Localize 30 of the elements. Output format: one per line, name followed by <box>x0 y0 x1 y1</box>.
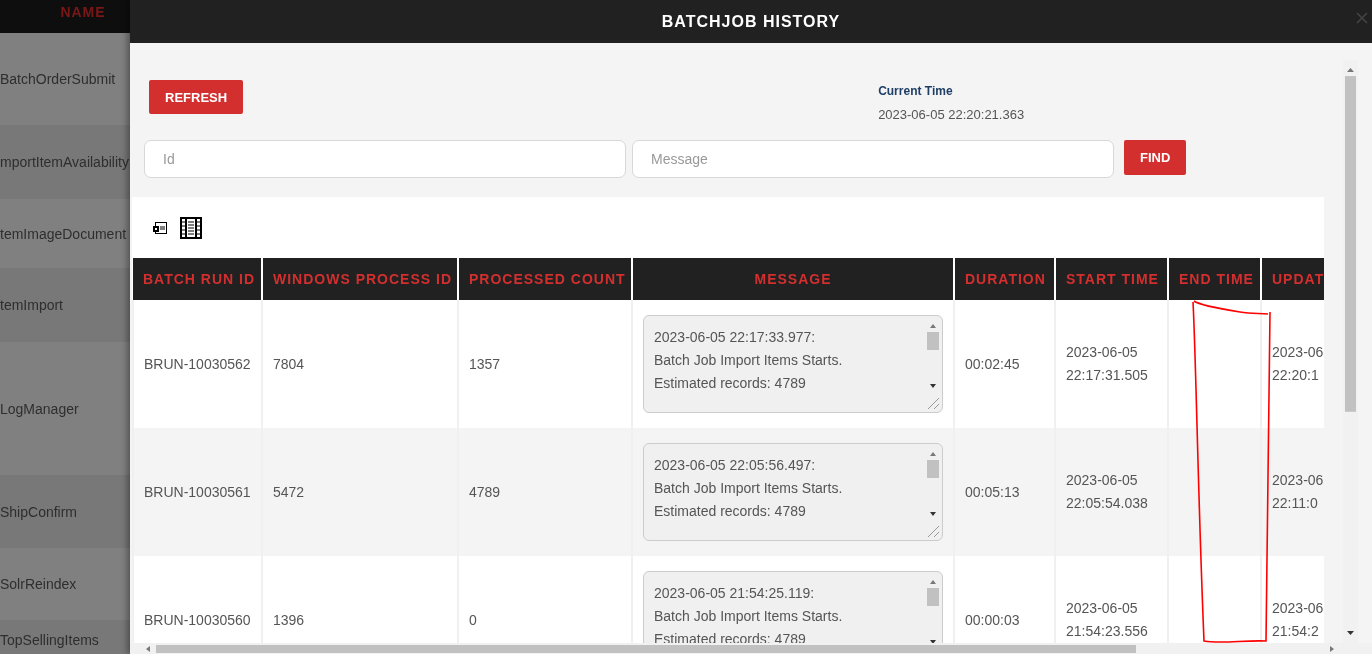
job-name: ShipConfirm <box>0 503 78 520</box>
column-header[interactable]: MESSAGE <box>632 258 954 300</box>
column-header[interactable]: END TIME <box>1168 258 1261 300</box>
dialog-title: BATCHJOB HISTORY <box>661 12 841 31</box>
horizontal-scrollbar[interactable] <box>130 643 1372 654</box>
column-header[interactable]: PROCESSED COUNT <box>458 258 632 300</box>
column-header[interactable]: WINDOWS PROCESS ID <box>262 258 458 300</box>
job-name: SolrReindex <box>0 576 77 592</box>
column-header[interactable]: BATCH RUN ID <box>133 258 262 300</box>
job-name: LogManager <box>0 400 79 417</box>
job-name: temImport <box>0 297 63 313</box>
job-name: TopSellingItems <box>0 632 99 648</box>
job-name: mportItemAvailability <box>0 154 129 170</box>
export-icon[interactable] <box>152 219 168 236</box>
find-button[interactable]: FIND <box>1124 140 1187 175</box>
column-header[interactable]: START TIME <box>1055 258 1168 300</box>
job-name: temImageDocument <box>0 225 127 242</box>
current-time-label: Current Time <box>878 84 954 98</box>
refresh-button[interactable]: REFRESH <box>149 80 244 114</box>
search-field[interactable]: Id <box>144 140 626 178</box>
column-header[interactable]: UPDAT <box>1261 258 1324 300</box>
search-field[interactable]: Message <box>632 140 1114 178</box>
columns-icon[interactable] <box>180 216 202 239</box>
current-time-value: 2023-06-05 22:20:21.363 <box>878 107 1025 122</box>
column-header[interactable]: DURATION <box>954 258 1055 300</box>
close-icon[interactable] <box>1356 12 1368 24</box>
message-box[interactable]: 2023-06-05 22:17:33.977: Batch Job Import Items Starts. Estimated records: 4789 <box>643 315 943 413</box>
job-name: BatchOrderSubmit <box>0 71 116 87</box>
message-box[interactable]: 2023-06-05 22:05:56.497: Batch Job Import Items Starts. Estimated records: 4789 <box>643 443 943 541</box>
column-header: NAME <box>0 0 130 33</box>
